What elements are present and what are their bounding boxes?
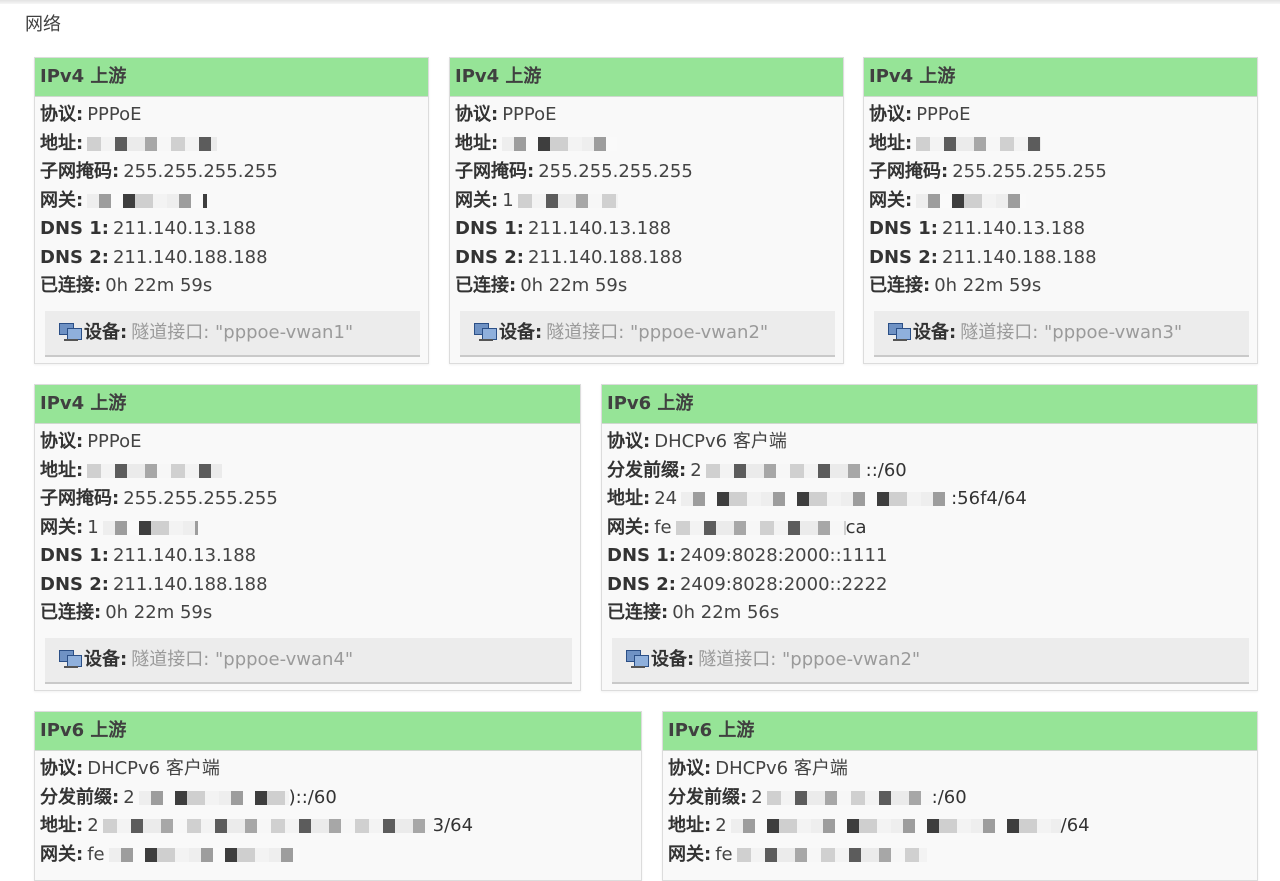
upstream-card: IPv6 上游 协议: DHCPv6 客户端 分发前缀: 2::/60 地址: 24:… (601, 384, 1258, 691)
upstream-card: IPv4 上游 协议: PPPoE 地址: 子网掩码: 255.255.255.25… (34, 384, 581, 691)
upstream-card: IPv4 上游 协议: PPPoE 地址: 子网掩码: 255.255.255.25… (863, 57, 1258, 364)
prefix-row: 分发前缀: 2)::/60 (40, 786, 337, 808)
redacted-address (102, 819, 433, 833)
address-row: 地址: (40, 130, 423, 159)
upstream-card: IPv4 上游 协议: PPPoE 地址: 子网掩码: 255.255.255.25… (449, 57, 844, 364)
redacted-gateway (517, 193, 618, 208)
card-title: IPv4 上游 (35, 385, 580, 424)
dns2-row: DNS 2: 211.140.188.188 (455, 246, 683, 268)
dns1-row: DNS 1: 2409:8028:2000::1111 (607, 545, 888, 566)
address-row: 地址: (869, 130, 1252, 159)
card-title: IPv6 上游 (35, 712, 641, 751)
redacted-address (87, 136, 218, 151)
dns2-row: DNS 2: 211.140.188.188 (869, 246, 1097, 268)
gateway-row: 网关: (40, 187, 423, 216)
device-bar[interactable]: 设备: 隧道接口: "pppoe-vwan1" (45, 311, 420, 357)
protocol-row: 协议: DHCPv6 客户端 (607, 431, 787, 452)
prefix-row: 分发前缀: 2:/60 (668, 786, 967, 808)
address-row: 地址: 24:56f4/64 (607, 488, 1027, 509)
device-bar[interactable]: 设备: 隧道接口: "pppoe-vwan3" (874, 311, 1249, 357)
dns1-row: DNS 1: 211.140.13.188 (40, 218, 257, 239)
gateway-row: 网关: fe (40, 841, 636, 870)
redacted-address (87, 463, 223, 478)
gateway-row: 网关: (869, 187, 1252, 216)
card-title: IPv4 上游 (35, 58, 428, 97)
top-bar (0, 0, 1280, 4)
dns2-row: DNS 2: 211.140.188.188 (40, 246, 268, 268)
redacted-gateway (916, 193, 1027, 208)
network-device-icon (59, 323, 83, 341)
redacted-address (916, 136, 1042, 151)
upstream-card: IPv6 上游 协议: DHCPv6 客户端 分发前缀: 2)::/60 地址: 2 3… (34, 711, 642, 881)
netmask-row: 子网掩码: 255.255.255.255 (455, 161, 693, 182)
redacted-address (681, 492, 952, 506)
section-title: 网络 (25, 14, 61, 35)
address-row: 地址: 2/64 (668, 815, 1090, 836)
redacted-gateway (102, 520, 198, 535)
connected-row: 已连接: 0h 22m 59s (869, 275, 1042, 296)
network-device-icon (888, 323, 912, 341)
gateway-row: 网关: 1 (455, 187, 838, 216)
upstream-card: IPv4 上游 协议: PPPoE 地址: 子网掩码: 255.255.255.25… (34, 57, 429, 364)
redacted-prefix (138, 790, 289, 805)
redacted-address (502, 136, 618, 151)
protocol-row: 协议: DHCPv6 客户端 (668, 758, 848, 779)
dns1-row: DNS 1: 211.140.13.188 (40, 545, 257, 566)
address-row: 地址: 2 3/64 (40, 815, 474, 836)
protocol-row: 协议: PPPoE (455, 104, 557, 125)
prefix-row: 分发前缀: 2::/60 (607, 459, 907, 481)
address-row: 地址: (40, 457, 575, 486)
card-title: IPv6 上游 (602, 385, 1257, 424)
redacted-prefix (766, 790, 932, 805)
device-bar[interactable]: 设备: 隧道接口: "pppoe-vwan2" (612, 638, 1249, 684)
redacted-address (730, 819, 1061, 833)
connected-row: 已连接: 0h 22m 56s (607, 602, 780, 623)
card-title: IPv4 上游 (450, 58, 843, 97)
network-device-icon (474, 323, 498, 341)
netmask-row: 子网掩码: 255.255.255.255 (869, 161, 1107, 182)
connected-row: 已连接: 0h 22m 59s (40, 275, 213, 296)
netmask-row: 子网掩码: 255.255.255.255 (40, 488, 278, 509)
dns2-row: DNS 2: 2409:8028:2000::2222 (607, 573, 888, 595)
network-device-icon (59, 650, 83, 668)
netmask-row: 子网掩码: 255.255.255.255 (40, 161, 278, 182)
gateway-row: 网关: fe (668, 841, 1252, 870)
dns1-row: DNS 1: 211.140.13.188 (455, 218, 672, 239)
gateway-row: 网关: 1 (40, 514, 575, 543)
connected-row: 已连接: 0h 22m 59s (40, 602, 213, 623)
device-bar[interactable]: 设备: 隧道接口: "pppoe-vwan2" (460, 311, 835, 357)
redacted-gateway (87, 193, 208, 208)
connected-row: 已连接: 0h 22m 59s (455, 275, 628, 296)
device-bar[interactable]: 设备: 隧道接口: "pppoe-vwan4" (45, 638, 572, 684)
card-title: IPv4 上游 (864, 58, 1257, 97)
dns1-row: DNS 1: 211.140.13.188 (869, 218, 1086, 239)
address-row: 地址: (455, 130, 838, 159)
dns2-row: DNS 2: 211.140.188.188 (40, 573, 268, 595)
protocol-row: 协议: PPPoE (40, 104, 142, 125)
protocol-row: 协议: PPPoE (869, 104, 971, 125)
protocol-row: 协议: PPPoE (40, 431, 142, 452)
protocol-row: 协议: DHCPv6 客户端 (40, 758, 220, 779)
upstream-card: IPv6 上游 协议: DHCPv6 客户端 分发前缀: 2:/60 地址: 2/64… (662, 711, 1258, 881)
redacted-gateway (675, 520, 846, 535)
card-title: IPv6 上游 (663, 712, 1257, 751)
redacted-prefix (705, 463, 866, 478)
redacted-gateway (736, 847, 927, 862)
network-device-icon (626, 650, 650, 668)
redacted-gateway (108, 847, 299, 862)
gateway-row: 网关: fe ca (607, 516, 867, 538)
